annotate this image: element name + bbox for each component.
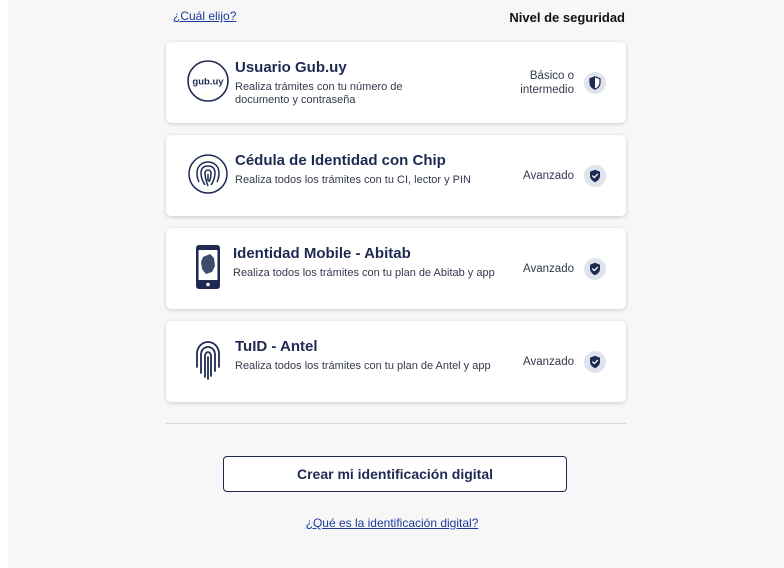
option-title: TuID - Antel bbox=[235, 338, 318, 355]
shield-check-icon bbox=[584, 165, 606, 187]
security-level-label: Básico o intermedio bbox=[520, 69, 574, 97]
option-title: Cédula de Identidad con Chip bbox=[235, 152, 446, 169]
gub-uy-logo-text: gub.uy bbox=[192, 77, 224, 88]
option-title: Identidad Mobile - Abitab bbox=[233, 245, 411, 262]
security-level-label: Avanzado bbox=[523, 356, 574, 368]
option-card-gub-uy[interactable]: gub.uy Usuario Gub.uy Realiza trámites c… bbox=[166, 42, 626, 123]
create-digital-identity-button[interactable]: Crear mi identificación digital bbox=[223, 456, 567, 492]
option-description: Realiza todos los trámites con tu CI, le… bbox=[235, 174, 471, 186]
security-level-line2: intermedio bbox=[520, 84, 574, 96]
shield-check-icon bbox=[584, 351, 606, 373]
which-to-choose-link[interactable]: ¿Cuál elijo? bbox=[173, 9, 236, 23]
option-description: Realiza todos los trámites con tu plan d… bbox=[235, 360, 491, 372]
security-level-header: Nivel de seguridad bbox=[509, 10, 625, 25]
option-card-abitab[interactable]: Identidad Mobile - Abitab Realiza todos … bbox=[166, 228, 626, 309]
security-level-label: Avanzado bbox=[523, 170, 574, 182]
section-divider bbox=[166, 423, 626, 424]
gub-uy-logo-icon: gub.uy bbox=[186, 59, 230, 103]
fingerprint-badge-icon bbox=[186, 152, 230, 196]
mobile-phone-icon bbox=[186, 245, 230, 289]
shield-check-icon bbox=[584, 258, 606, 280]
option-description: Realiza trámites con tu número de docume… bbox=[235, 81, 403, 106]
security-level-line1: Básico o bbox=[529, 70, 574, 82]
option-card-cedula-chip[interactable]: Cédula de Identidad con Chip Realiza tod… bbox=[166, 135, 626, 216]
fingerprint-icon bbox=[186, 338, 230, 382]
what-is-digital-identity-link[interactable]: ¿Qué es la identificación digital? bbox=[0, 516, 784, 530]
security-level-label: Avanzado bbox=[523, 263, 574, 275]
option-description: Realiza todos los trámites con tu plan d… bbox=[233, 267, 495, 279]
half-shield-icon bbox=[584, 72, 606, 94]
option-card-tuid-antel[interactable]: TuID - Antel Realiza todos los trámites … bbox=[166, 321, 626, 402]
option-title: Usuario Gub.uy bbox=[235, 59, 347, 76]
